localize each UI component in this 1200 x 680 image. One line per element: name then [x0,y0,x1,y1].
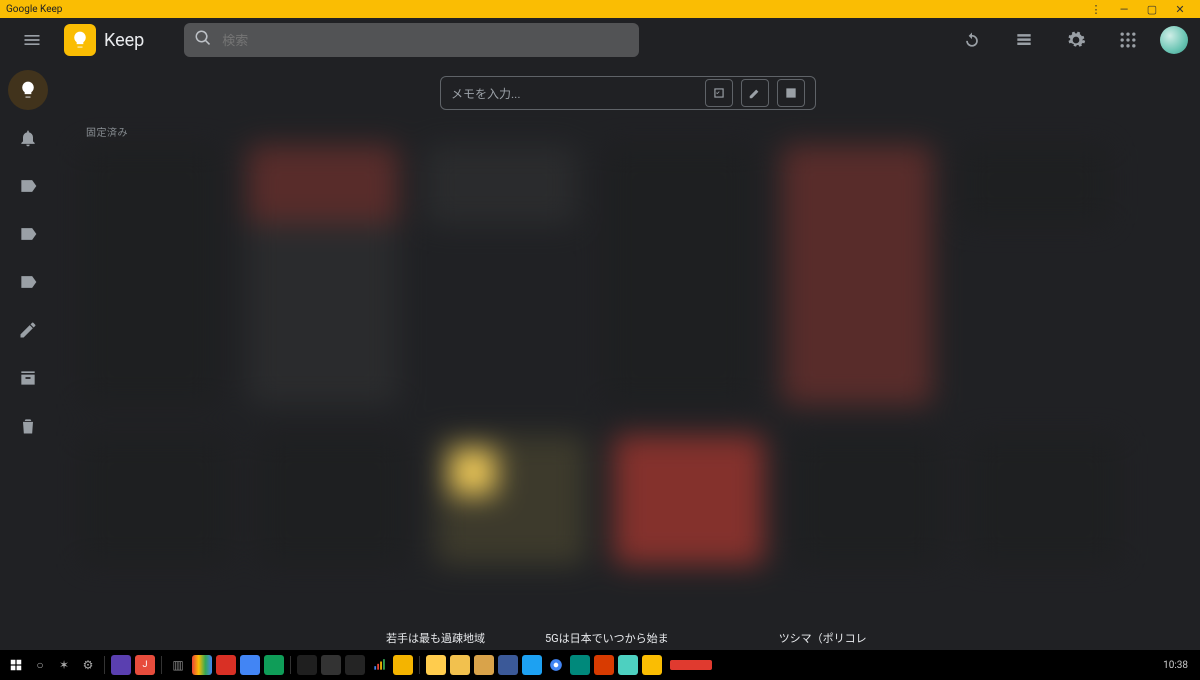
taskbar-app-icon[interactable]: J [135,655,155,675]
keep-taskbar-icon[interactable] [642,655,662,675]
settings-button[interactable] [1056,20,1096,60]
search-bar[interactable] [184,23,639,57]
taskbar-app-icon[interactable] [297,655,317,675]
windows-taskbar: ○ ✶ ⚙ J ▥ 10:38 [0,650,1200,680]
app-header: Keep [0,18,1200,62]
overlay-note-titles: 若手は最も過疎地域 5Gは日本でいつから始ま ツシマ（ポリコレ [56,630,1200,646]
taskbar-app-icon[interactable] [216,655,236,675]
note-card[interactable] [80,145,220,405]
app-name: Keep [104,30,144,51]
taskbar-app-icon[interactable] [111,655,131,675]
taskbar-settings-icon[interactable]: ✶ [54,655,74,675]
compose-note[interactable]: メモを入力... [440,76,816,110]
taskbar-app-icon[interactable] [240,655,260,675]
note-card[interactable] [248,145,398,405]
notes-grid-blurred [80,145,1176,575]
file-explorer-icon[interactable] [426,655,446,675]
nav-label-1[interactable] [8,166,48,206]
side-navigation [0,62,56,650]
overlay-label: 若手は最も過疎地域 [386,630,485,646]
nav-trash[interactable] [8,406,48,446]
taskbar-app-icon[interactable] [570,655,590,675]
nav-reminders[interactable] [8,118,48,158]
taskbar-app-icon[interactable] [618,655,638,675]
taskbar-app-icon[interactable] [450,655,470,675]
window-titlebar: Google Keep ⋮ — ▢ ✕ [0,0,1200,18]
chrome-icon[interactable] [546,655,566,675]
nav-edit-labels[interactable] [8,310,48,350]
list-view-button[interactable] [1004,20,1044,60]
taskbar-gear-icon[interactable]: ⚙ [78,655,98,675]
overlay-label: 5Gは日本でいつから始ま [545,630,669,646]
account-avatar[interactable] [1160,26,1188,54]
nav-notes[interactable] [8,70,48,110]
refresh-button[interactable] [952,20,992,60]
compose-placeholder: メモを入力... [451,85,697,102]
taskbar-app-icon[interactable] [393,655,413,675]
note-card[interactable] [80,435,230,565]
window-more-icon[interactable]: ⋮ [1082,3,1110,16]
search-icon [194,29,212,51]
new-drawing-button[interactable] [741,79,769,107]
new-image-note-button[interactable] [777,79,805,107]
window-close-button[interactable]: ✕ [1166,3,1194,16]
taskbar-app-icon[interactable] [474,655,494,675]
note-card[interactable] [258,435,408,565]
keep-logo-icon [64,24,96,56]
start-button[interactable] [6,655,26,675]
search-input[interactable] [222,33,629,48]
taskbar-app-icon[interactable] [264,655,284,675]
window-title: Google Keep [6,4,62,15]
taskbar-app-icon[interactable] [192,655,212,675]
cortana-icon[interactable]: ○ [30,655,50,675]
taskbar-app-icon[interactable]: ▥ [168,655,188,675]
note-card[interactable] [782,145,932,405]
taskbar-clock[interactable]: 10:38 [1157,660,1194,671]
brand: Keep [64,24,144,56]
google-apps-button[interactable] [1108,20,1148,60]
note-card[interactable] [436,435,586,565]
taskbar-app-icon[interactable] [321,655,341,675]
nav-label-2[interactable] [8,214,48,254]
note-card[interactable] [604,145,754,405]
main-content: メモを入力... 固定済み [56,62,1200,650]
taskbar-app-icon[interactable] [369,655,389,675]
note-card[interactable] [970,435,1120,565]
taskbar-app-icon[interactable] [345,655,365,675]
overlay-label: ツシマ（ポリコレ [779,630,867,646]
taskbar-red-annotation [670,660,712,670]
note-card[interactable] [426,145,576,225]
window-maximize-button[interactable]: ▢ [1138,3,1166,16]
nav-label-3[interactable] [8,262,48,302]
taskbar-app-icon[interactable] [522,655,542,675]
note-card[interactable] [792,435,942,565]
note-card[interactable] [960,145,1110,225]
new-list-button[interactable] [705,79,733,107]
main-menu-button[interactable] [12,20,52,60]
nav-archive[interactable] [8,358,48,398]
window-minimize-button[interactable]: — [1110,3,1138,16]
note-card[interactable] [614,435,764,565]
office-icon[interactable] [594,655,614,675]
pinned-section-label: 固定済み [86,124,1176,139]
taskbar-app-icon[interactable] [498,655,518,675]
